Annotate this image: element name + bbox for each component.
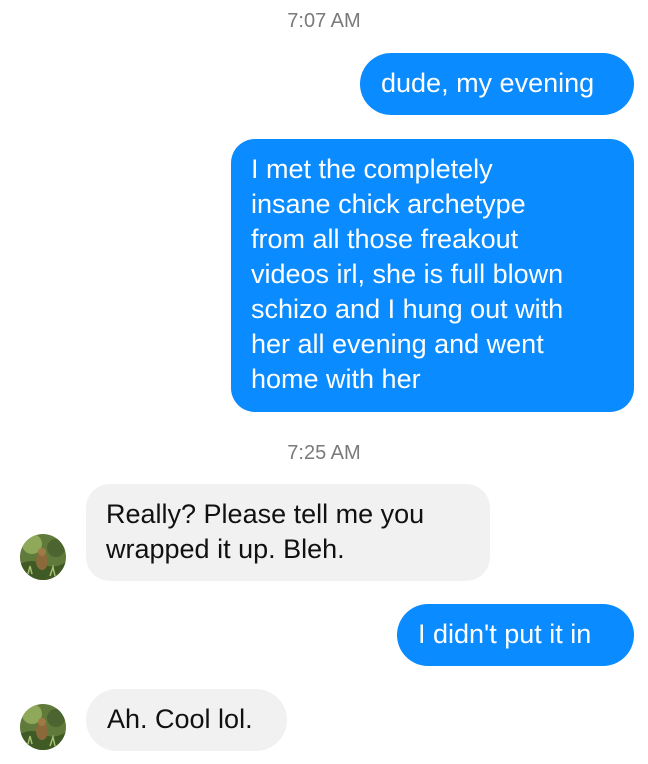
timestamp-0725: 7:25 AM [287,442,361,464]
outgoing-message-bubble[interactable]: I met the completely insane chick archet… [231,139,634,412]
contact-avatar-icon[interactable] [20,704,66,750]
contact-avatar-icon[interactable] [20,534,66,580]
incoming-message-bubble[interactable]: Ah. Cool lol. [86,689,287,751]
outgoing-message-bubble[interactable]: dude, my evening [360,53,634,115]
incoming-message-bubble[interactable]: Really? Please tell me you wrapped it up… [86,484,490,581]
timestamp-0707: 7:07 AM [287,10,361,32]
outgoing-message-bubble[interactable]: I didn't put it in [397,604,634,666]
